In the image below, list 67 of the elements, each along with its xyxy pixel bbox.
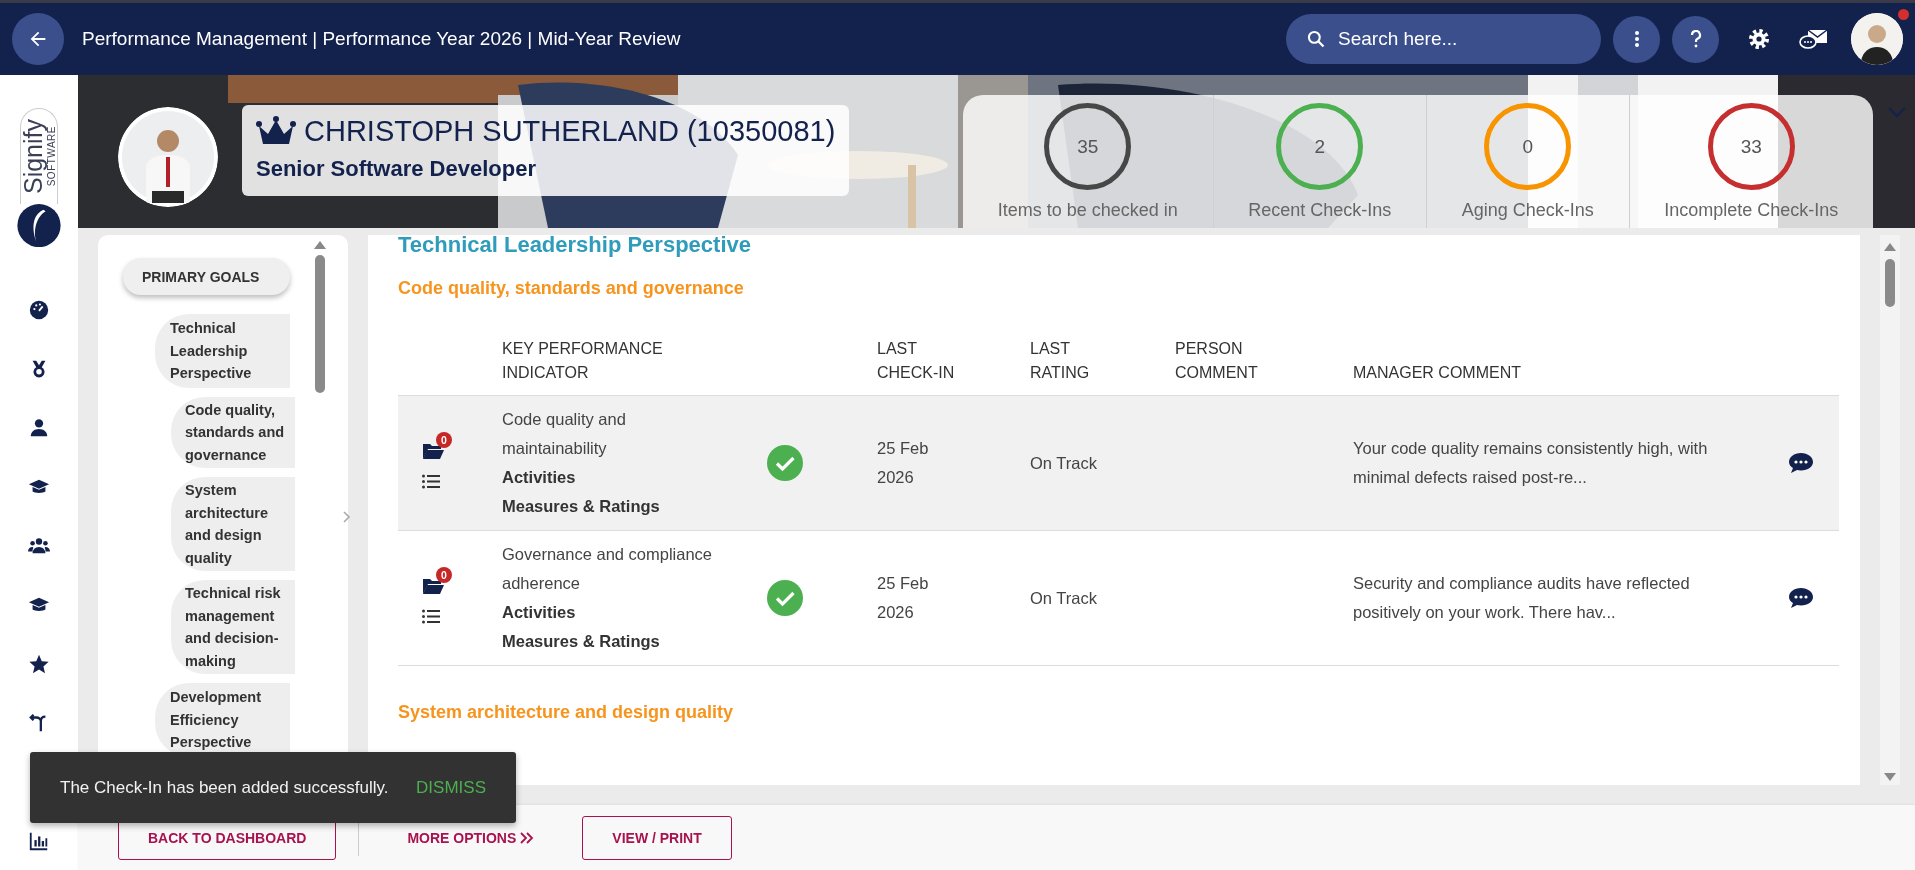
scrollbar-thumb[interactable]: [1885, 259, 1895, 307]
question-mark-icon: [1689, 30, 1702, 48]
snackbar-message: The Check-In has been added successfully.: [60, 777, 390, 798]
scroll-up-icon[interactable]: [314, 241, 326, 249]
column-header: LAST RATING: [1030, 339, 1091, 383]
count-ring: 33: [1707, 103, 1795, 190]
kpi-link[interactable]: Activities: [502, 598, 576, 627]
list-icon[interactable]: [422, 473, 440, 489]
stat-label: Items to be checked in: [997, 200, 1178, 221]
table-cell-text: 25 Feb 2026: [877, 573, 930, 623]
scroll-down-icon[interactable]: [1884, 773, 1896, 781]
help-button[interactable]: [1672, 15, 1719, 63]
double-chevron-icon: [520, 831, 535, 844]
kpi-name: Code quality and maintainability: [502, 409, 627, 459]
count-ring: 35: [1044, 103, 1132, 190]
gauge-icon[interactable]: [28, 298, 50, 321]
list-icon[interactable]: [422, 608, 440, 624]
count-ring: 0: [1484, 103, 1572, 190]
column-header: KEY PERFORMANCE INDICATOR: [502, 339, 664, 383]
goal-title: System architecture and design quality: [398, 702, 734, 723]
employee-name: CHRISTOPH SUTHERLAND (10350081): [304, 115, 836, 148]
more-options-button[interactable]: MORE OPTIONS: [399, 829, 543, 846]
user-avatar[interactable]: [1851, 13, 1903, 65]
more-button[interactable]: [1613, 15, 1660, 63]
column-header: PERSON COMMENT: [1175, 339, 1259, 383]
column-header: LAST CHECK-IN: [877, 339, 956, 383]
column-header: MANAGER COMMENT: [1353, 363, 1521, 383]
employee-role: Senior Software Developer: [256, 156, 536, 182]
table-cell-text: On Track: [1030, 587, 1098, 609]
settings-button[interactable]: [1747, 27, 1771, 51]
kpi-link[interactable]: Measures & Ratings: [502, 627, 660, 656]
kebab-menu-icon: [1633, 30, 1640, 48]
kpi-link[interactable]: Activities: [502, 463, 576, 492]
nav-subitem[interactable]: System architecture and design quality: [171, 477, 295, 571]
nav-item[interactable]: Technical Leadership Perspective: [155, 314, 290, 388]
search-field[interactable]: Search here...: [1286, 14, 1601, 64]
attachment-count: 0: [436, 431, 452, 448]
table-cell-text: Your code quality remains consistently high, with minimal defects raised post-re...: [1353, 438, 1709, 488]
brand-tagline: SOFTWARE: [47, 126, 57, 187]
stat-label: Incomplete Check-Ins: [1664, 200, 1839, 221]
count-ring: 2: [1276, 103, 1364, 190]
section-title: Technical Leadership Perspective: [398, 235, 751, 258]
dismiss-button[interactable]: DISMISS: [416, 777, 486, 798]
table-cell-text: 25 Feb 2026: [877, 438, 930, 488]
brand-name: Signify: [21, 118, 46, 194]
scrollbar-thumb[interactable]: [315, 255, 325, 393]
logo-icon: [16, 203, 62, 247]
nav-subitem[interactable]: Code quality, standards and governance: [171, 396, 295, 468]
back-button[interactable]: [12, 13, 64, 65]
attachment-count: 0: [436, 566, 452, 583]
table-cell-text: On Track: [1030, 452, 1098, 474]
scroll-up-icon[interactable]: [1884, 243, 1896, 251]
search-icon: [1306, 29, 1326, 49]
stat-label: Recent Check-Ins: [1248, 200, 1392, 221]
settings-icon: [1747, 27, 1771, 51]
primary-goals-button[interactable]: PRIMARY GOALS: [123, 258, 290, 295]
stat-label: Aging Check-Ins: [1461, 200, 1594, 221]
person-icon[interactable]: [28, 416, 50, 439]
page-title: Performance Management | Performance Year 2026 | Mid-Year Review: [82, 28, 682, 50]
goal-title: Code quality, standards and governance: [398, 278, 744, 299]
kpi-name: Governance and compliance adherence: [502, 544, 714, 594]
nav-subitem[interactable]: Technical risk management and decision-making: [171, 580, 295, 674]
kpi-link[interactable]: Measures & Ratings: [502, 492, 660, 521]
messages-button[interactable]: [1799, 27, 1829, 51]
envelope-chat-icon: [1799, 27, 1829, 51]
table-cell-text: Security and compliance audits have reflected positively on your work. There hav...: [1353, 573, 1691, 623]
footer-button[interactable]: VIEW / PRINT: [582, 815, 732, 860]
